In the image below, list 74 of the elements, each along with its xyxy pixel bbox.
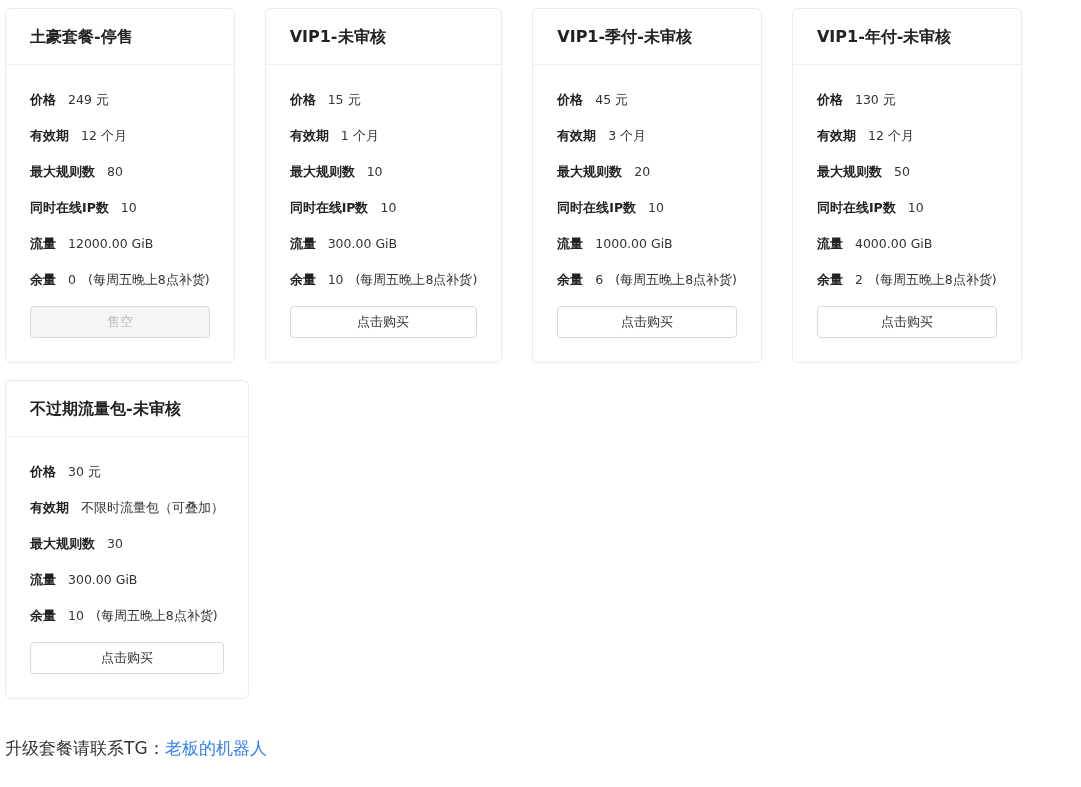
field-value: 10 <box>327 271 344 289</box>
field-label: 同时在线IP数 <box>289 199 369 217</box>
field-value: 1000.00 GiB <box>595 235 673 253</box>
field-label: 余量 <box>557 271 584 289</box>
field-label: 最大规则数 <box>289 163 355 181</box>
field-value: 10 <box>380 199 397 217</box>
buy-button[interactable]: 点击购买 <box>557 306 737 338</box>
field-label: 最大规则数 <box>30 163 95 181</box>
field-label: 价格 <box>289 91 316 109</box>
field-value: 249 元 <box>68 91 109 109</box>
field-value: 30 <box>107 535 123 553</box>
field-value: 30 元 <box>68 463 101 481</box>
field-label: 价格 <box>557 91 584 109</box>
field-label: 同时在线IP数 <box>816 199 896 217</box>
field-label: 价格 <box>30 91 56 109</box>
field-label: 有效期 <box>30 127 69 145</box>
field-label: 价格 <box>816 91 843 109</box>
plan-title: 土豪套餐-停售 <box>30 27 133 46</box>
field-value: 130 元 <box>854 91 896 109</box>
plan-title: VIP1-年付-未审核 <box>816 27 952 46</box>
field-value: 12 个月 <box>867 127 914 145</box>
field-label: 余量 <box>816 271 843 289</box>
field-value: 80 <box>107 163 123 181</box>
field-value: 20 <box>634 163 651 181</box>
field-value: 10 <box>120 199 137 217</box>
field-label: 流量 <box>289 235 316 253</box>
field-note: (每周五晚上8点补货) <box>874 271 997 289</box>
field-label: 有效期 <box>557 127 597 145</box>
field-label: 有效期 <box>816 127 856 145</box>
field-note: (每周五晚上8点补货) <box>87 271 210 289</box>
field-value: 6 <box>595 271 604 289</box>
field-label: 同时在线IP数 <box>557 199 637 217</box>
buy-button[interactable]: 点击购买 <box>816 306 997 338</box>
field-note: (每周五晚上8点补货) <box>355 271 478 289</box>
buy-button[interactable]: 点击购买 <box>30 642 224 674</box>
field-label: 流量 <box>30 235 56 253</box>
field-value: 300.00 GiB <box>327 235 398 253</box>
field-label: 余量 <box>289 271 316 289</box>
field-value: 10 <box>648 199 664 217</box>
field-value: 4000.00 GiB <box>854 235 933 253</box>
field-value: 2 <box>854 271 863 289</box>
field-value: 1 个月 <box>340 127 379 145</box>
plan-title: VIP1-未审核 <box>289 27 386 46</box>
contact-text: 升级套餐请联系TG： <box>5 738 165 758</box>
buy-button[interactable]: 点击购买 <box>289 306 478 338</box>
field-value: 12000.00 GiB <box>68 235 154 253</box>
field-note: (每周五晚上8点补货) <box>615 271 737 289</box>
field-label: 流量 <box>557 235 584 253</box>
field-label: 余量 <box>30 607 56 625</box>
field-value: 15 元 <box>327 91 361 109</box>
field-label: 价格 <box>30 463 56 481</box>
field-value: 0 <box>68 271 76 289</box>
field-label: 流量 <box>816 235 843 253</box>
field-value: 45 元 <box>595 91 629 109</box>
field-value: 50 <box>893 163 910 181</box>
field-value: 不限时流量包（可叠加） <box>81 499 224 517</box>
field-label: 最大规则数 <box>30 535 95 553</box>
field-value: 12 个月 <box>81 127 127 145</box>
plan-title: 不过期流量包-未审核 <box>30 399 181 418</box>
field-value: 10 <box>907 199 924 217</box>
field-label: 最大规则数 <box>816 163 882 181</box>
field-label: 有效期 <box>289 127 329 145</box>
bot-link[interactable]: 老板的机器人 <box>164 738 267 758</box>
field-label: 同时在线IP数 <box>30 199 109 217</box>
field-label: 有效期 <box>30 499 69 517</box>
plan-title: VIP1-季付-未审核 <box>557 27 692 46</box>
field-label: 最大规则数 <box>557 163 623 181</box>
field-value: 3 个月 <box>608 127 647 145</box>
field-value: 10 <box>366 163 383 181</box>
field-value: 10 <box>68 607 84 625</box>
field-value: 300.00 GiB <box>68 571 138 589</box>
field-label: 流量 <box>30 571 56 589</box>
field-label: 余量 <box>30 271 56 289</box>
field-note: (每周五晚上8点补货) <box>95 607 218 625</box>
